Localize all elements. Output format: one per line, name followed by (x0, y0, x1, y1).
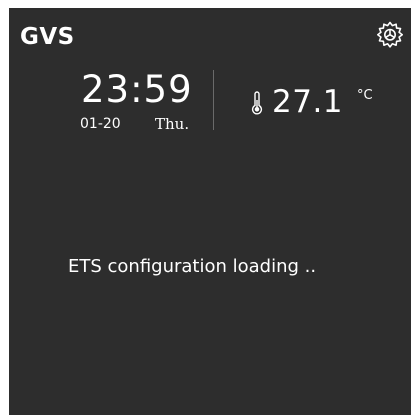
settings-button[interactable] (376, 20, 404, 48)
status-message: ETS configuration loading .. (68, 256, 317, 277)
clock-time: 23:59 (81, 68, 193, 111)
brand-logo: GVS (20, 24, 75, 50)
temperature-value: 27.1 (272, 84, 344, 120)
device-screen: GVS 23:59 01-20 Thu. 27.1 °C ETS configu… (9, 8, 411, 415)
clock-date: 01-20 (80, 116, 121, 132)
thermometer-icon (251, 91, 263, 115)
header-divider (213, 70, 214, 130)
clock-weekday: Thu. (155, 115, 190, 133)
temperature-unit: °C (357, 88, 373, 103)
gear-icon (377, 21, 403, 48)
